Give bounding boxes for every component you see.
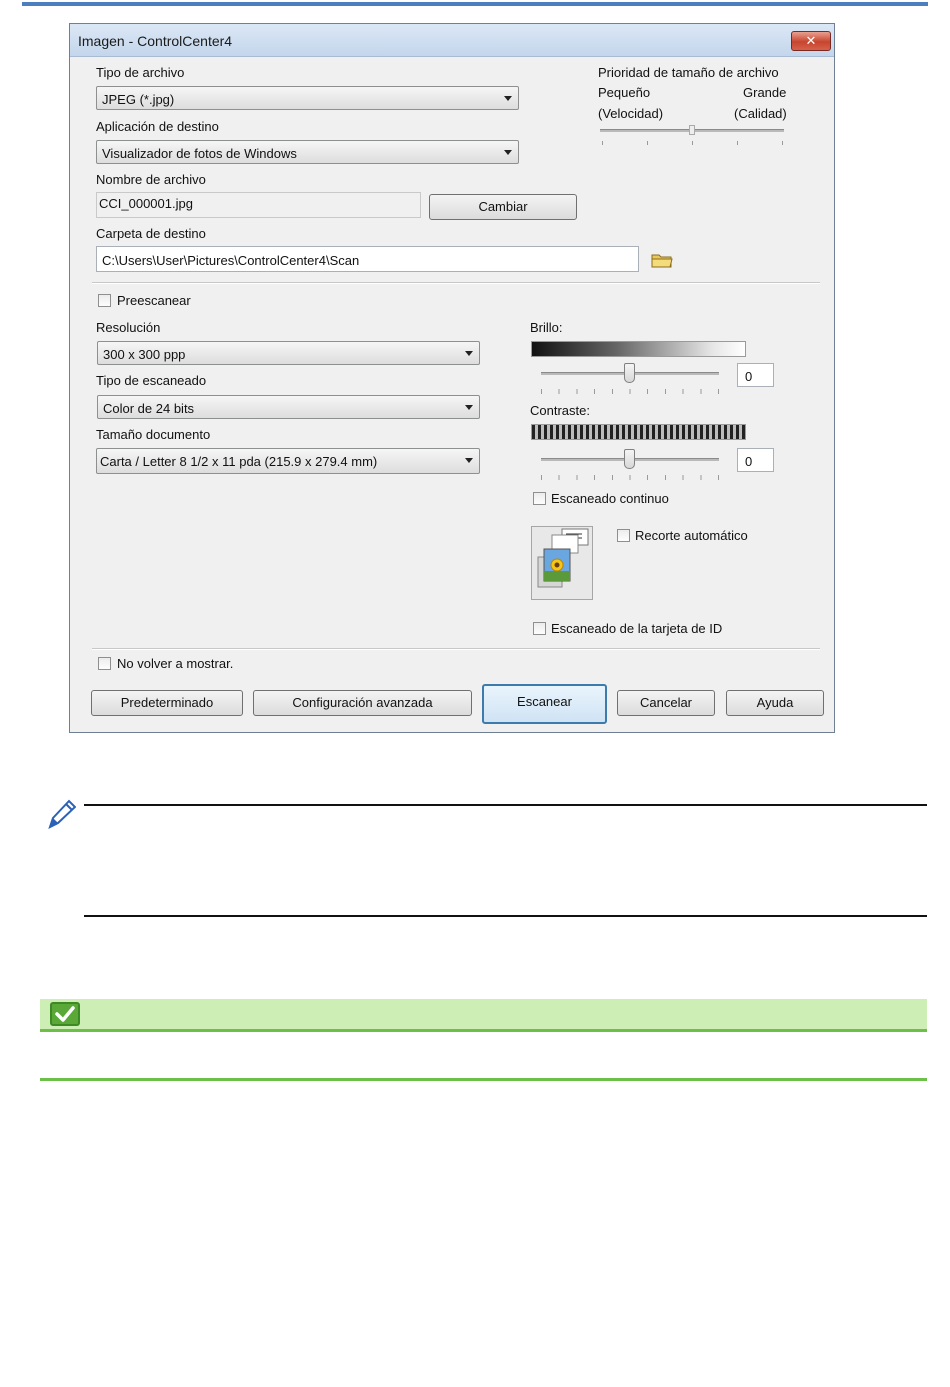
- scan-type-select[interactable]: Color de 24 bits: [97, 395, 480, 419]
- note-top-rule: [84, 804, 927, 806]
- chevron-down-icon: [465, 458, 473, 463]
- id-card-scan-label: Escaneado de la tarjeta de ID: [551, 621, 723, 636]
- file-name-value: CCI_000001.jpg: [99, 196, 193, 211]
- close-button[interactable]: ✕: [791, 31, 831, 51]
- cancel-button[interactable]: Cancelar: [617, 690, 715, 716]
- size-priority-label: Prioridad de tamaño de archivo: [598, 65, 779, 80]
- chevron-down-icon: [504, 150, 512, 155]
- brightness-value: 0: [745, 369, 753, 384]
- size-priority-small: Pequeño: [598, 85, 651, 100]
- target-app-label: Aplicación de destino: [96, 119, 219, 134]
- file-type-value: JPEG (*.jpg): [102, 92, 175, 107]
- dont-show-label: No volver a mostrar.: [117, 656, 234, 671]
- controlcenter-dialog: Imagen - ControlCenter4 ✕ Tipo de archiv…: [69, 23, 835, 733]
- scan-button[interactable]: Escanear: [482, 684, 607, 724]
- target-app-select[interactable]: Visualizador de fotos de Windows: [96, 140, 519, 164]
- change-button[interactable]: Cambiar: [429, 194, 577, 220]
- contrast-label: Contraste:: [530, 403, 590, 418]
- brightness-ticks: [541, 389, 719, 394]
- scan-type-value: Color de 24 bits: [103, 401, 195, 416]
- default-button[interactable]: Predeterminado: [91, 690, 243, 716]
- auto-crop-label: Recorte automático: [635, 528, 748, 543]
- dest-folder-label: Carpeta de destino: [96, 226, 206, 241]
- continuous-scan-label: Escaneado continuo: [551, 491, 669, 506]
- dialog-title: Imagen - ControlCenter4: [78, 33, 233, 49]
- folder-icon[interactable]: [651, 251, 673, 269]
- id-card-scan-checkbox[interactable]: [533, 622, 546, 635]
- size-priority-thumb[interactable]: [689, 125, 695, 135]
- dest-folder-field[interactable]: C:\Users\User\Pictures\ControlCenter4\Sc…: [96, 246, 639, 272]
- scan-type-label: Tipo de escaneado: [96, 373, 207, 388]
- doc-size-select[interactable]: Carta / Letter 8 1/2 x 11 pda (215.9 x 2…: [96, 448, 480, 474]
- size-priority-large: Grande: [743, 85, 787, 100]
- tick: [782, 141, 783, 145]
- title-bar[interactable]: Imagen - ControlCenter4 ✕: [70, 24, 834, 57]
- contrast-pattern: [531, 424, 746, 440]
- doc-size-value: Carta / Letter 8 1/2 x 11 pda (215.9 x 2…: [100, 454, 378, 469]
- contrast-value: 0: [745, 454, 753, 469]
- auto-crop-checkbox[interactable]: [617, 529, 630, 542]
- brightness-label: Brillo:: [530, 320, 563, 335]
- file-type-select[interactable]: JPEG (*.jpg): [96, 86, 519, 110]
- related-info-bar: [40, 999, 927, 1032]
- resolution-select[interactable]: 300 x 300 ppp: [97, 341, 480, 365]
- file-type-label: Tipo de archivo: [96, 65, 185, 80]
- help-button[interactable]: Ayuda: [726, 690, 824, 716]
- tick: [737, 141, 738, 145]
- photo-preview-icon: [531, 526, 593, 600]
- contrast-slider-thumb[interactable]: [624, 449, 635, 469]
- top-rule: [22, 2, 928, 6]
- doc-size-label: Tamaño documento: [96, 427, 211, 442]
- chevron-down-icon: [465, 351, 473, 356]
- separator: [92, 648, 820, 650]
- contrast-ticks: [541, 475, 719, 480]
- contrast-value-field[interactable]: 0: [737, 448, 774, 472]
- size-priority-small-sub: (Velocidad): [598, 106, 664, 121]
- file-name-field[interactable]: CCI_000001.jpg: [96, 192, 421, 218]
- dest-folder-value: C:\Users\User\Pictures\ControlCenter4\Sc…: [102, 253, 360, 268]
- brightness-slider-thumb[interactable]: [624, 363, 635, 383]
- brightness-gradient: [531, 341, 746, 357]
- brightness-value-field[interactable]: 0: [737, 363, 774, 387]
- file-name-label: Nombre de archivo: [96, 172, 206, 187]
- continuous-scan-checkbox[interactable]: [533, 492, 546, 505]
- related-info-bottom-rule: [40, 1078, 927, 1081]
- pencil-note-icon: [44, 797, 77, 831]
- advanced-settings-button[interactable]: Configuración avanzada: [253, 690, 472, 716]
- checkmark-icon: [50, 1002, 80, 1026]
- tick: [692, 141, 693, 145]
- resolution-label: Resolución: [96, 320, 161, 335]
- target-app-value: Visualizador de fotos de Windows: [102, 146, 297, 161]
- chevron-down-icon: [504, 96, 512, 101]
- prescan-checkbox[interactable]: [98, 294, 111, 307]
- prescan-label: Preescanear: [117, 293, 191, 308]
- note-bottom-rule: [84, 915, 927, 917]
- resolution-value: 300 x 300 ppp: [103, 347, 186, 362]
- separator: [92, 282, 820, 284]
- chevron-down-icon: [465, 405, 473, 410]
- tick: [602, 141, 603, 145]
- size-priority-large-sub: (Calidad): [734, 106, 787, 121]
- dont-show-checkbox[interactable]: [98, 657, 111, 670]
- tick: [647, 141, 648, 145]
